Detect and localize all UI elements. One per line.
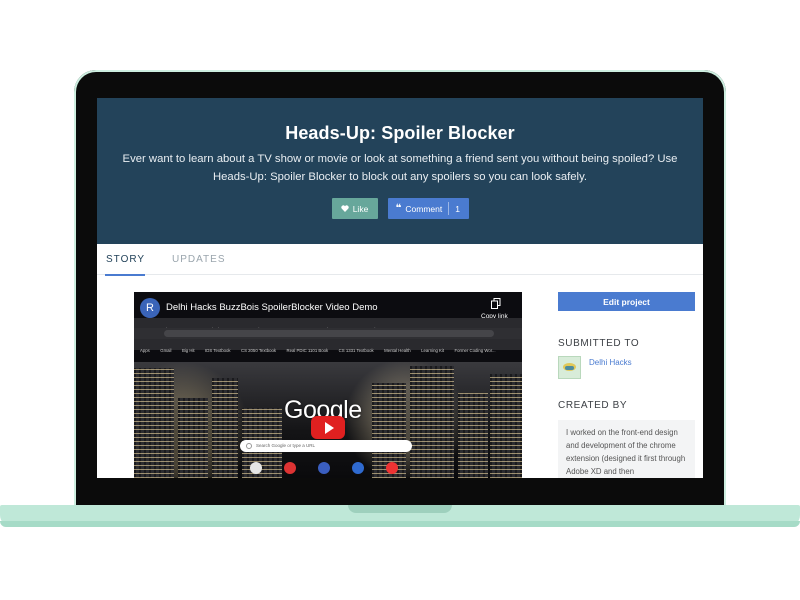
laptop-screen: Heads-Up: Spoiler Blocker Ever want to l… xyxy=(97,98,703,478)
browser-addressbar xyxy=(134,328,522,339)
bookmark-item: Gmail xyxy=(160,348,172,353)
hero-actions: Like ❝ Comment 1 xyxy=(97,198,703,219)
comment-count: 1 xyxy=(455,203,460,214)
browser-tabstrip: Enter About Vercx Slack Nam Uplo My C De… xyxy=(134,318,522,332)
submitted-to-heading: SUBMITTED TO xyxy=(558,338,640,349)
project-hero: Heads-Up: Spoiler Blocker Ever want to l… xyxy=(97,98,703,244)
project-title: Heads-Up: Spoiler Blocker xyxy=(285,123,515,143)
search-placeholder: Search Google or type a URL xyxy=(256,443,316,448)
video-search-bar: Search Google or type a URL xyxy=(240,440,412,452)
hackathon-link[interactable]: Delhi Hacks xyxy=(589,358,632,367)
bookmark-item: CS 1331 Textbook xyxy=(338,348,374,353)
bookmark-item: Former Coding Wor... xyxy=(454,348,496,353)
browser-bookmarks: Apps Gmail Big Hit IDS Textbook CS 2050 … xyxy=(134,339,522,353)
shortcut-icon xyxy=(284,462,296,474)
video-player[interactable]: R Delhi Hacks BuzzBois SpoilerBlocker Vi… xyxy=(134,292,522,478)
channel-avatar[interactable]: R xyxy=(140,298,160,318)
play-button-icon[interactable] xyxy=(311,416,345,439)
heart-icon xyxy=(341,205,349,212)
bookmark-item: Real PDIC 1101 Book xyxy=(286,348,329,353)
like-button[interactable]: Like xyxy=(331,198,378,219)
shortcut-icon xyxy=(352,462,364,474)
project-description: Ever want to learn about a TV show or mo… xyxy=(122,153,678,183)
created-by-card: I worked on the front-end design and dev… xyxy=(558,420,695,478)
bookmark-item: Big Hit xyxy=(181,348,195,353)
bookmark-item: Learning Kit xyxy=(421,348,445,353)
tab-story[interactable]: STORY xyxy=(104,254,146,276)
bookmark-item: Mental Health xyxy=(384,348,411,353)
search-icon xyxy=(246,443,252,449)
shortcut-icon xyxy=(250,462,262,474)
shortcut-icon xyxy=(318,462,330,474)
bookmark-item: CS 2050 Textbook xyxy=(240,348,277,353)
bookmark-item: Apps xyxy=(140,348,150,353)
video-title[interactable]: Delhi Hacks BuzzBois SpoilerBlocker Vide… xyxy=(166,302,378,313)
bookmark-item: IDS Textbook xyxy=(205,348,231,353)
comment-label: Comment xyxy=(405,203,443,214)
shortcut-icon xyxy=(386,462,398,474)
copy-icon[interactable] xyxy=(491,298,501,309)
like-label: Like xyxy=(352,203,369,214)
laptop-notch xyxy=(348,505,452,513)
comment-button[interactable]: ❝ Comment 1 xyxy=(387,198,469,219)
quote-icon: ❝ xyxy=(395,203,402,214)
created-by-heading: CREATED BY xyxy=(558,400,628,411)
project-tabs: STORY UPDATES xyxy=(97,244,703,276)
edit-project-button[interactable]: Edit project xyxy=(558,292,695,311)
tab-updates[interactable]: UPDATES xyxy=(172,254,226,265)
created-by-text: I worked on the front-end design and dev… xyxy=(566,428,686,476)
hackathon-logo[interactable] xyxy=(558,356,581,379)
